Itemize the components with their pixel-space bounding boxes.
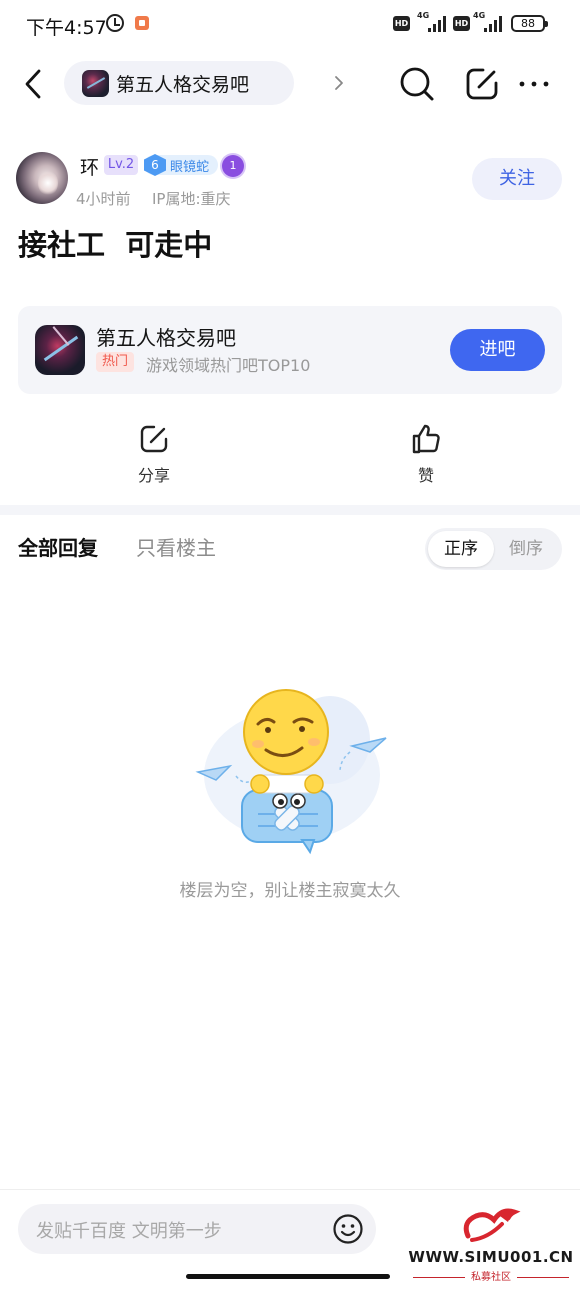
watermark-url: WWW.SIMU001.CN xyxy=(408,1248,574,1266)
edit-icon[interactable] xyxy=(462,64,502,104)
empty-state-text: 楼层为空，别让楼主寂寞太久 xyxy=(179,881,401,901)
forum-card-description: 游戏领域热门吧TOP10 xyxy=(146,356,311,375)
section-divider xyxy=(0,505,580,515)
post-time: 4小时前 xyxy=(76,190,131,208)
forum-name: 第五人格交易吧 xyxy=(116,74,250,96)
signal-icon xyxy=(484,16,504,32)
thumbs-up-icon xyxy=(412,424,440,454)
like-button[interactable]: 赞 xyxy=(386,422,466,486)
share-icon xyxy=(140,425,168,453)
more-icon[interactable] xyxy=(516,64,556,104)
level-badge: Lv.2 xyxy=(104,155,138,175)
home-indicator[interactable] xyxy=(186,1274,390,1279)
share-label: 分享 xyxy=(137,466,170,485)
chevron-right-icon xyxy=(330,74,348,92)
watermark-logo-icon xyxy=(463,1208,521,1242)
enter-forum-button[interactable]: 进吧 xyxy=(450,329,545,371)
post-title: 接社工 可走中 xyxy=(18,228,213,262)
emoji-icon[interactable] xyxy=(332,1213,364,1245)
forum-avatar xyxy=(82,70,109,97)
app-notification-icon xyxy=(135,16,149,30)
forum-card[interactable]: 第五人格交易吧 热门 游戏领域热门吧TOP10 进吧 xyxy=(18,306,562,394)
status-bar: 下午4:57 HD 4G HD 4G 88 xyxy=(0,0,580,48)
medal-badge: 1 xyxy=(222,155,244,177)
like-label: 赞 xyxy=(417,466,434,485)
forum-chip[interactable]: 第五人格交易吧 xyxy=(64,61,343,105)
forum-card-name: 第五人格交易吧 xyxy=(96,326,236,350)
sort-descending-button[interactable]: 倒序 xyxy=(493,531,559,567)
hot-tag: 热门 xyxy=(96,352,134,372)
forum-card-avatar xyxy=(35,325,85,375)
author-avatar[interactable] xyxy=(16,152,68,204)
search-icon[interactable] xyxy=(397,64,437,104)
follow-button[interactable]: 关注 xyxy=(472,158,562,200)
tab-op-only[interactable]: 只看楼主 xyxy=(136,532,216,561)
hd-icon: HD xyxy=(453,16,470,31)
watermark: WWW.SIMU001.CN 私募社区 xyxy=(402,1204,580,1284)
tab-all-replies[interactable]: 全部回复 xyxy=(18,532,98,561)
fan-level: 6 xyxy=(144,154,166,176)
sort-ascending-button[interactable]: 正序 xyxy=(428,531,494,567)
signal-icon xyxy=(428,16,448,32)
alarm-icon xyxy=(106,14,124,32)
fan-title: 眼镜蛇 xyxy=(170,160,210,175)
reply-placeholder: 发贴千百度 文明第一步 xyxy=(36,1221,222,1242)
status-time: 下午4:57 xyxy=(26,17,107,39)
reply-input[interactable]: 发贴千百度 文明第一步 xyxy=(18,1204,376,1254)
watermark-subtitle: 私募社区 xyxy=(402,1268,580,1283)
sort-toggle: 正序 倒序 xyxy=(425,528,562,570)
top-nav-bar: 第五人格交易吧 xyxy=(0,48,580,120)
back-icon[interactable] xyxy=(18,64,52,104)
share-button[interactable]: 分享 xyxy=(114,422,194,486)
ip-location: IP属地:重庆 xyxy=(152,190,231,208)
fan-badge: 6 眼镜蛇 xyxy=(144,154,218,176)
empty-state-illustration xyxy=(195,689,387,855)
hd-icon: HD xyxy=(393,16,410,31)
battery-icon: 88 xyxy=(511,15,548,32)
author-name[interactable]: 环 xyxy=(80,153,99,180)
